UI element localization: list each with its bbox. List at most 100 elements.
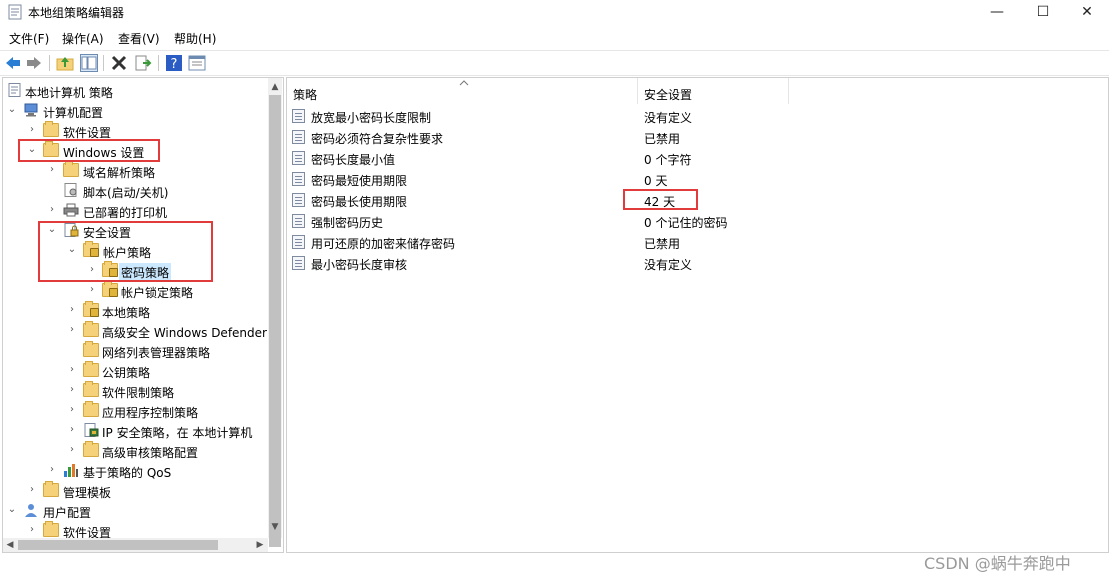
chevron-right-icon[interactable]: › xyxy=(67,384,77,396)
menu-bar: 文件(F) 操作(A) 查看(V) 帮助(H) xyxy=(0,28,1109,48)
policy-list-pane: 策略 安全设置 放宽最小密码长度限制 没有定义 密码必须符合复杂性要求 已禁用 … xyxy=(286,77,1109,553)
maximize-button[interactable]: ☐ xyxy=(1020,0,1066,26)
policy-value: 没有定义 xyxy=(644,111,693,125)
tree-item-scripts[interactable]: 脚本(启动/关机) xyxy=(3,181,268,201)
chevron-right-icon[interactable]: › xyxy=(67,364,77,376)
tree-item-audit-policy[interactable]: › 高级审核策略配置 xyxy=(3,441,268,461)
menu-file[interactable]: 文件(F) xyxy=(9,30,49,47)
chevron-right-icon[interactable]: › xyxy=(27,484,37,496)
chevron-right-icon[interactable]: › xyxy=(47,464,57,476)
policy-value: 0 个记住的密码 xyxy=(644,216,728,230)
tree-item-admin-templates[interactable]: › 管理模板 xyxy=(3,481,268,501)
delete-icon[interactable] xyxy=(110,54,128,72)
folder-icon xyxy=(63,161,79,177)
chevron-right-icon[interactable]: › xyxy=(67,424,77,436)
computer-icon xyxy=(24,103,38,117)
up-folder-icon[interactable] xyxy=(56,54,74,72)
tree-item-app-control[interactable]: › 应用程序控制策略 xyxy=(3,401,268,421)
chevron-right-icon[interactable]: › xyxy=(47,204,57,216)
policy-row[interactable]: 最小密码长度审核 没有定义 xyxy=(287,253,1108,274)
policy-item-icon xyxy=(292,130,305,144)
menu-help[interactable]: 帮助(H) xyxy=(174,30,216,47)
tree-item-software-restriction[interactable]: › 软件限制策略 xyxy=(3,381,268,401)
policy-row[interactable]: 密码必须符合复杂性要求 已禁用 xyxy=(287,127,1108,148)
chevron-right-icon[interactable]: › xyxy=(67,444,77,456)
policy-name: 用可还原的加密来储存密码 xyxy=(311,237,456,251)
tree-item-public-key[interactable]: › 公钥策略 xyxy=(3,361,268,381)
maximize-icon: ☐ xyxy=(1036,4,1050,20)
chevron-right-icon[interactable]: › xyxy=(67,304,77,316)
tree-item-lockout-policy[interactable]: › 帐户锁定策略 xyxy=(3,281,268,301)
policy-item-icon xyxy=(292,151,305,165)
forward-icon[interactable] xyxy=(25,54,43,72)
sort-ascending-icon xyxy=(459,80,469,86)
policy-value: 没有定义 xyxy=(644,258,693,272)
chevron-down-icon[interactable]: ⌄ xyxy=(7,104,17,116)
policy-name: 最小密码长度审核 xyxy=(311,258,408,272)
tree-item-network-list[interactable]: 网络列表管理器策略 xyxy=(3,341,268,361)
tree-vertical-scroll-thumb[interactable] xyxy=(269,95,281,547)
tree-item-root[interactable]: 本地计算机 策略 xyxy=(3,81,268,101)
export-icon[interactable] xyxy=(134,54,152,72)
scroll-up-icon[interactable]: ▲ xyxy=(268,80,282,94)
tree-item-ipsec[interactable]: › IP 安全策略，在 本地计算机 xyxy=(3,421,268,441)
chevron-right-icon[interactable]: › xyxy=(27,524,37,536)
chevron-right-icon[interactable]: › xyxy=(47,164,57,176)
tree-label: 网络列表管理器策略 xyxy=(102,346,211,360)
lock-icon xyxy=(90,308,99,317)
policy-value: 0 天 xyxy=(644,174,668,188)
policy-item-icon xyxy=(292,172,305,186)
tree-item-software-settings[interactable]: › 软件设置 xyxy=(3,121,268,141)
window-title: 本地组策略编辑器 xyxy=(28,6,125,20)
policy-row[interactable]: 密码最短使用期限 0 天 xyxy=(287,169,1108,190)
watermark: CSDN @蜗牛奔跑中 xyxy=(924,554,1071,573)
policy-editor-app-icon xyxy=(8,4,22,20)
tree-item-firewall[interactable]: › 高级安全 Windows Defender xyxy=(3,321,268,341)
policy-name: 密码必须符合复杂性要求 xyxy=(311,132,444,146)
tree-item-dns-policy[interactable]: › 域名解析策略 xyxy=(3,161,268,181)
policy-row[interactable]: 用可还原的加密来储存密码 已禁用 xyxy=(287,232,1108,253)
folder-icon xyxy=(83,381,99,397)
close-icon: ✕ xyxy=(1081,4,1093,20)
scroll-down-icon[interactable]: ▼ xyxy=(268,520,282,534)
policy-row[interactable]: 放宽最小密码长度限制 没有定义 xyxy=(287,106,1108,127)
minimize-button[interactable]: — xyxy=(974,0,1020,26)
chevron-right-icon[interactable]: › xyxy=(67,324,77,336)
policy-row[interactable]: 强制密码历史 0 个记住的密码 xyxy=(287,211,1108,232)
tree-item-computer-config[interactable]: ⌄ 计算机配置 xyxy=(3,101,268,121)
properties-icon[interactable] xyxy=(188,54,206,72)
chevron-right-icon[interactable]: › xyxy=(27,124,37,136)
tree-label: 高级审核策略配置 xyxy=(102,446,199,460)
toolbar: ? xyxy=(0,50,1109,76)
title-bar: 本地组策略编辑器 — ☐ ✕ xyxy=(0,0,1109,26)
close-button[interactable]: ✕ xyxy=(1064,0,1109,26)
tree-item-local-policies[interactable]: › 本地策略 xyxy=(3,301,268,321)
policy-row[interactable]: 密码长度最小值 0 个字符 xyxy=(287,148,1108,169)
script-icon xyxy=(64,183,77,197)
menu-view[interactable]: 查看(V) xyxy=(118,30,160,47)
policy-value: 已禁用 xyxy=(644,237,681,251)
tree-label: 软件限制策略 xyxy=(102,386,175,400)
folder-icon xyxy=(43,481,59,497)
column-header-setting[interactable]: 安全设置 xyxy=(638,78,789,104)
tree-label: 本地计算机 策略 xyxy=(25,86,113,100)
help-icon[interactable]: ? xyxy=(165,54,183,72)
back-icon[interactable] xyxy=(4,54,22,72)
tree-item-qos[interactable]: › 基于策略的 QoS xyxy=(3,461,268,481)
tree-item-user-config[interactable]: ⌄ 用户配置 xyxy=(3,501,268,521)
tree-item-printers[interactable]: › 已部署的打印机 xyxy=(3,201,268,221)
scroll-right-icon[interactable]: ▶ xyxy=(253,538,267,552)
chevron-right-icon[interactable]: › xyxy=(87,284,97,296)
policy-item-icon xyxy=(292,256,305,270)
tree-label: 用户配置 xyxy=(43,506,92,520)
scroll-left-icon[interactable]: ◀ xyxy=(3,538,17,552)
column-header-label: 策略 xyxy=(293,88,318,102)
show-hide-tree-icon[interactable] xyxy=(80,54,98,72)
chevron-down-icon[interactable]: ⌄ xyxy=(7,504,17,516)
column-header-policy[interactable]: 策略 xyxy=(287,78,638,104)
tree-label: IP 安全策略，在 本地计算机 xyxy=(102,426,253,440)
tree-label: 计算机配置 xyxy=(43,106,104,120)
menu-action[interactable]: 操作(A) xyxy=(62,30,104,47)
tree-horizontal-scroll-thumb[interactable] xyxy=(18,540,218,550)
chevron-right-icon[interactable]: › xyxy=(67,404,77,416)
